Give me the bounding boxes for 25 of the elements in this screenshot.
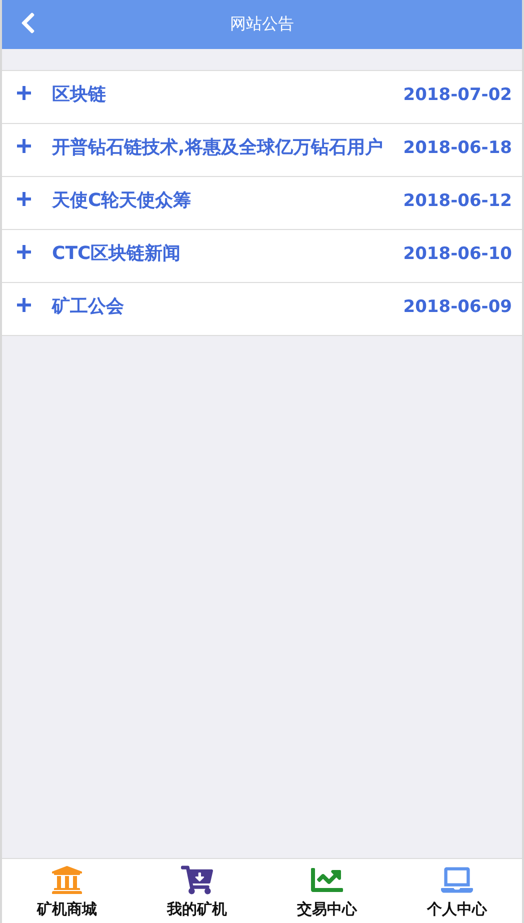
plus-icon	[16, 244, 32, 260]
notice-row[interactable]: 矿工公会 2018-06-09	[2, 283, 522, 336]
notice-date: 2018-06-12	[403, 190, 512, 213]
notice-title: CTC区块链新闻	[52, 243, 181, 264]
notice-row[interactable]: CTC区块链新闻 2018-06-10	[2, 230, 522, 283]
notice-row[interactable]: 天使C轮天使众筹 2018-06-12	[2, 177, 522, 230]
tab-button[interactable]: 矿机商城	[2, 859, 132, 923]
plus-icon	[16, 297, 32, 313]
plus-icon	[16, 85, 32, 101]
tab-button[interactable]: 个人中心	[392, 859, 522, 923]
notice-row[interactable]: 开普钻石链技术,将惠及全球亿万钻石用户 2018-06-18	[2, 124, 522, 177]
notice-title: 开普钻石链技术,将惠及全球亿万钻石用户	[52, 137, 383, 158]
notice-title: 天使C轮天使众筹	[52, 190, 192, 211]
notice-title: 矿工公会	[52, 296, 124, 317]
plus-icon	[16, 138, 32, 154]
notice-row[interactable]: 区块链 2018-07-02	[2, 71, 522, 124]
notice-title: 区块链	[52, 84, 106, 105]
notice-date: 2018-06-18	[403, 137, 512, 160]
notice-date: 2018-07-02	[403, 84, 512, 107]
notice-date: 2018-06-09	[403, 296, 512, 319]
tab-button[interactable]: 我的矿机	[132, 859, 262, 923]
notice-date: 2018-06-10	[403, 243, 512, 266]
page-title: 网站公告	[230, 14, 294, 35]
plus-icon	[16, 191, 32, 207]
tab-button[interactable]: 交易中心	[262, 859, 392, 923]
